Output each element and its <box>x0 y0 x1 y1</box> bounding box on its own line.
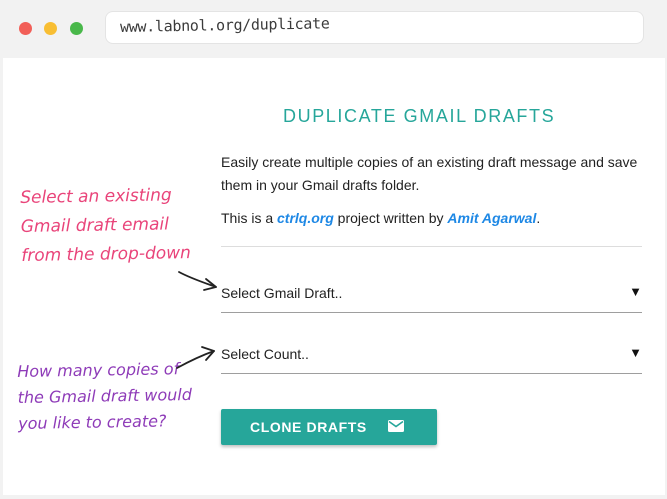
address-bar[interactable]: www.labnol.org/duplicate <box>106 12 643 43</box>
annotation-select-draft: Select an existing Gmail draft email fro… <box>20 181 191 271</box>
annotation-line: you like to create? <box>17 411 167 433</box>
annotation-line: the Gmail draft would <box>17 384 193 407</box>
divider <box>221 246 642 247</box>
select-gmail-draft-value: Select Gmail Draft.. <box>221 285 343 301</box>
annotation-line: Gmail draft email <box>20 214 170 237</box>
select-count-value: Select Count.. <box>221 346 309 362</box>
select-gmail-draft-dropdown[interactable]: Select Gmail Draft.. ▼ <box>221 277 642 313</box>
page-title: DUPLICATE GMAIL DRAFTS <box>283 106 556 126</box>
credit-suffix: . <box>536 210 541 226</box>
author-link[interactable]: Amit Agarwal <box>447 210 536 226</box>
credit-middle: project written by <box>333 210 448 226</box>
credit-line: This is a ctrlq.org project written by A… <box>221 210 540 226</box>
dropdown-caret-icon: ▼ <box>629 284 642 299</box>
arrow-icon <box>178 271 217 291</box>
clone-drafts-button[interactable]: CLONE DRAFTS <box>221 409 437 445</box>
clone-drafts-label: CLONE DRAFTS <box>250 419 367 435</box>
annotation-select-count: How many copies of the Gmail draft would… <box>17 356 193 437</box>
annotation-line: from the drop-down <box>21 243 192 266</box>
browser-titlebar: www.labnol.org/duplicate <box>0 0 667 58</box>
close-window-button[interactable] <box>19 22 32 35</box>
minimize-window-button[interactable] <box>44 22 57 35</box>
zoom-window-button[interactable] <box>70 22 83 35</box>
credit-prefix: This is a <box>221 210 278 226</box>
mail-icon <box>388 420 404 432</box>
dropdown-caret-icon: ▼ <box>629 345 642 360</box>
ctrlq-link[interactable]: ctrlq.org <box>277 210 334 226</box>
annotation-line: How many copies of <box>17 359 180 381</box>
select-count-dropdown[interactable]: Select Count.. ▼ <box>221 338 642 374</box>
arrow-icon <box>176 346 215 369</box>
browser-window: www.labnol.org/duplicate DUPLICATE GMAIL… <box>0 0 667 499</box>
annotation-line: Select an existing <box>20 185 172 208</box>
address-bar-url: www.labnol.org/duplicate <box>119 14 330 36</box>
page-description: Easily create multiple copies of an exis… <box>221 154 638 193</box>
